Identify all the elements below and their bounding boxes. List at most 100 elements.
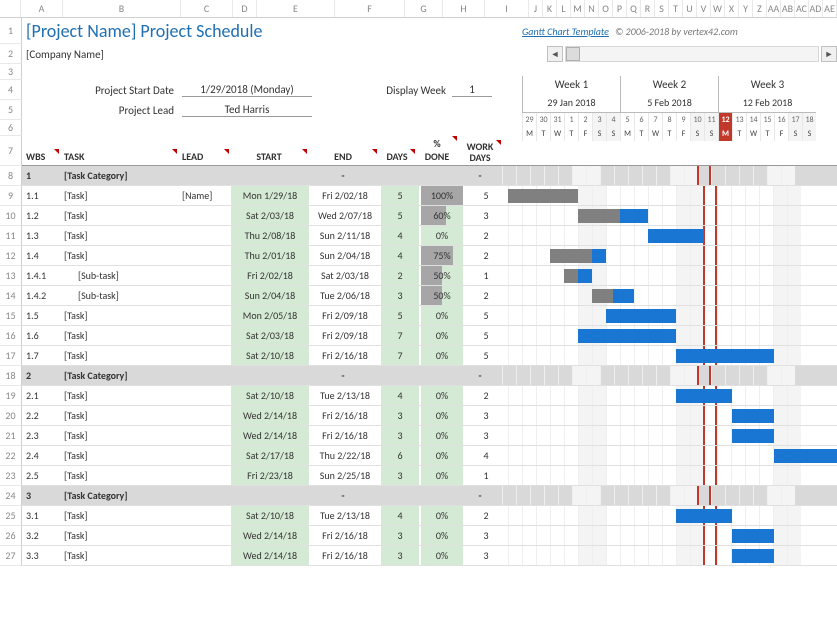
cell-task[interactable]: [Task Category]	[60, 489, 178, 502]
cell-start[interactable]: Wed 2/14/18	[231, 546, 309, 565]
row-header[interactable]: 13	[0, 266, 22, 286]
cell-task[interactable]: [Task]	[60, 309, 178, 322]
col-header[interactable]: T	[669, 0, 683, 17]
cell-task[interactable]: [Task]	[60, 469, 178, 482]
cell-days[interactable]: 7	[381, 346, 419, 365]
cell-pct-done[interactable]: 0%	[421, 546, 463, 565]
scroll-right-button[interactable]: ►	[821, 46, 837, 62]
scroll-thumb[interactable]	[566, 47, 580, 61]
row-header[interactable]: 27	[0, 546, 22, 566]
row-header[interactable]: 8	[0, 166, 22, 186]
cell-days[interactable]: 4	[381, 386, 419, 405]
task-row[interactable]: 1.5[Task]Mon 2/05/18Fri 2/09/1850%5	[22, 306, 837, 326]
row-header[interactable]: 9	[0, 186, 22, 206]
cell-days[interactable]: 3	[381, 426, 419, 445]
cell-work[interactable]: 2	[464, 250, 508, 261]
cell-end[interactable]: Fri 2/16/18	[310, 409, 380, 422]
col-header[interactable]: H	[443, 0, 485, 17]
cell-wbs[interactable]: 2.2	[22, 409, 60, 422]
col-header[interactable]: AB	[781, 0, 795, 17]
row-header[interactable]: 1	[0, 18, 22, 44]
cell-task[interactable]: [Task Category]	[60, 369, 178, 382]
cell-work[interactable]: 5	[464, 190, 508, 201]
cell-pct-done[interactable]: 50%	[421, 286, 463, 305]
cell-end[interactable]: Tue 2/13/18	[310, 509, 380, 522]
row-header[interactable]: 24	[0, 486, 22, 506]
col-header[interactable]: W	[711, 0, 725, 17]
cell-end[interactable]: Thu 2/22/18	[310, 449, 380, 462]
th-days[interactable]: DAYS	[378, 148, 416, 165]
cell-task[interactable]: [Task]	[60, 529, 178, 542]
cell-wbs[interactable]: 3.2	[22, 529, 60, 542]
cell-work[interactable]: 5	[464, 330, 508, 341]
cell-task[interactable]: [Sub-task]	[60, 269, 178, 282]
th-work[interactable]: WORK DAYS	[458, 139, 502, 165]
row-header[interactable]: 18	[0, 366, 22, 386]
cell-wbs[interactable]: 2.5	[22, 469, 60, 482]
cell-wbs[interactable]: 1	[22, 169, 60, 182]
row-header[interactable]: 10	[0, 206, 22, 226]
cell-pct-done[interactable]: 0%	[421, 306, 463, 325]
col-header[interactable]: R	[641, 0, 655, 17]
cell-days[interactable]: 6	[381, 446, 419, 465]
row-header[interactable]: 7	[0, 136, 22, 166]
row-header[interactable]: 21	[0, 426, 22, 446]
row-header[interactable]: 2	[0, 44, 22, 64]
cell-days[interactable]: 2	[381, 266, 419, 285]
cell-start[interactable]: Sat 2/10/18	[231, 506, 309, 525]
cell-start[interactable]: Mon 2/05/18	[231, 306, 309, 325]
cell-wbs[interactable]: 2.3	[22, 429, 60, 442]
cell-task[interactable]: [Task]	[60, 349, 178, 362]
cell-work[interactable]: 3	[464, 530, 508, 541]
th-lead[interactable]: LEAD	[178, 148, 230, 165]
row-header[interactable]: 11	[0, 226, 22, 246]
cell-days[interactable]: 5	[381, 306, 419, 325]
col-header[interactable]: L	[557, 0, 571, 17]
cell-task[interactable]: [Sub-task]	[60, 289, 178, 302]
row-header[interactable]: 16	[0, 326, 22, 346]
cell-start[interactable]: Sun 2/04/18	[231, 286, 309, 305]
cell-end[interactable]: Fri 2/09/18	[310, 329, 380, 342]
cell-start[interactable]: Sat 2/10/18	[231, 346, 309, 365]
cell-end[interactable]: Fri 2/02/18	[310, 189, 380, 202]
cell-start[interactable]: Fri 2/02/18	[231, 266, 309, 285]
cell-days[interactable]: 7	[381, 326, 419, 345]
cell-days[interactable]: 5	[381, 186, 419, 205]
row-header[interactable]: 26	[0, 526, 22, 546]
task-row[interactable]: 2.2[Task]Wed 2/14/18Fri 2/16/1830%3	[22, 406, 837, 426]
th-task[interactable]: TASK	[60, 148, 178, 165]
scroll-left-button[interactable]: ◄	[547, 46, 563, 62]
task-row[interactable]: 1.4[Task]Thu 2/01/18Sun 2/04/18475%2	[22, 246, 837, 266]
cell-wbs[interactable]: 1.4.2	[22, 289, 60, 302]
cell-task[interactable]: [Task]	[60, 449, 178, 462]
col-header[interactable]: Q	[627, 0, 641, 17]
cell-task[interactable]: [Task]	[60, 249, 178, 262]
cell-wbs[interactable]: 1.6	[22, 329, 60, 342]
task-row[interactable]: 2.1[Task]Sat 2/10/18Tue 2/13/1840%2	[22, 386, 837, 406]
cell-start[interactable]: Wed 2/14/18	[231, 406, 309, 425]
cell-work[interactable]: 2	[464, 290, 508, 301]
scroll-track[interactable]	[565, 46, 819, 62]
week-scrollbar[interactable]: ◄ ►	[547, 46, 837, 62]
cell-task[interactable]: [Task]	[60, 409, 178, 422]
category-row[interactable]: 1[Task Category]--	[22, 166, 837, 186]
cell-task[interactable]: [Task]	[60, 389, 178, 402]
row-header[interactable]: 23	[0, 466, 22, 486]
cell-task[interactable]: [Task]	[60, 229, 178, 242]
category-row[interactable]: 3[Task Category]--	[22, 486, 837, 506]
row-header[interactable]: 22	[0, 446, 22, 466]
task-row[interactable]: 3.3[Task]Wed 2/14/18Fri 2/16/1830%3	[22, 546, 837, 566]
cell-days[interactable]: 5	[381, 206, 419, 225]
cell-end[interactable]: Sun 2/25/18	[310, 469, 380, 482]
cell-lead[interactable]: [Name]	[178, 189, 230, 202]
cell-task[interactable]: [Task]	[60, 549, 178, 562]
category-row[interactable]: 2[Task Category]--	[22, 366, 837, 386]
cell-wbs[interactable]: 1.7	[22, 349, 60, 362]
col-header[interactable]: Z	[753, 0, 767, 17]
cell-pct-done[interactable]: 75%	[421, 246, 463, 265]
cell-wbs[interactable]: 1.5	[22, 309, 60, 322]
cell-task[interactable]: [Task Category]	[60, 169, 178, 182]
cell-wbs[interactable]: 2.4	[22, 449, 60, 462]
col-header[interactable]: U	[683, 0, 697, 17]
task-row[interactable]: 1.2[Task]Sat 2/03/18Wed 2/07/18560%3	[22, 206, 837, 226]
